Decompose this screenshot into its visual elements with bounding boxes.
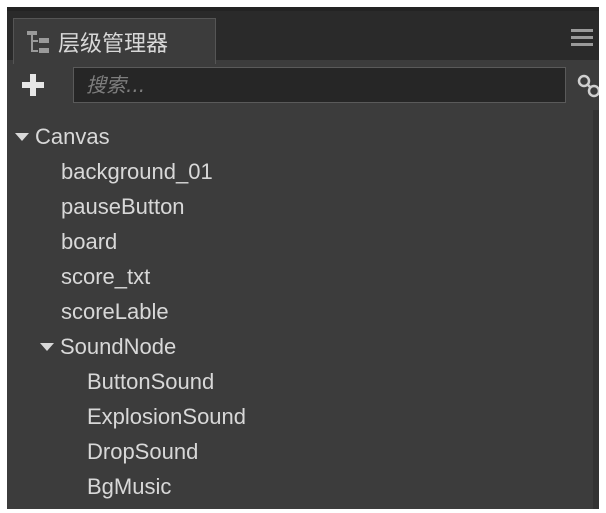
tree-node-soundnode[interactable]: SoundNode [40,330,176,364]
tree-node-label: scoreLable [61,299,169,324]
tree-node-dropsound[interactable]: DropSound [87,435,198,469]
toolbar [7,60,599,110]
hierarchy-icon [27,30,49,53]
tree-node-label: ExplosionSound [87,404,247,429]
tree-node-label: pauseButton [61,194,185,219]
tree-node-label: ButtonSound [87,369,215,394]
tree-node-label: board [61,229,118,254]
tree-node-score-txt[interactable]: score_txt [61,260,150,294]
panel-tabbar: 层级管理器 [7,7,599,64]
tab-hierarchy[interactable]: 层级管理器 [13,18,216,64]
expand-arrow-icon[interactable] [40,343,54,351]
hierarchy-panel: 层级管理器 Canvas background_01 pauseButton b… [7,7,599,509]
tree-node-label: BgMusic [87,474,172,499]
menu-icon[interactable] [571,29,593,47]
tree-node-buttonsound[interactable]: ButtonSound [87,365,214,399]
tree-node-label: DropSound [87,439,199,464]
expand-arrow-icon[interactable] [15,133,29,141]
tree-node-explosionsound[interactable]: ExplosionSound [87,400,246,434]
add-node-button[interactable] [22,74,44,96]
tree-node-background-01[interactable]: background_01 [61,155,213,189]
tree-node-label: score_txt [61,264,151,289]
tree-node-bgmusic[interactable]: BgMusic [87,470,171,504]
panel-title: 层级管理器 [58,31,169,57]
link-icon[interactable] [577,74,599,98]
tree-node-scorelable[interactable]: scoreLable [61,295,169,329]
tree-node-label: SoundNode [60,334,177,359]
node-tree: Canvas background_01 pauseButton board s… [7,110,593,509]
tree-node-pausebutton[interactable]: pauseButton [61,190,185,224]
tree-node-canvas[interactable]: Canvas [15,120,110,154]
tree-node-label: Canvas [35,124,110,149]
search-input[interactable] [73,67,566,103]
tree-node-label: background_01 [61,159,213,184]
tree-node-board[interactable]: board [61,225,117,259]
scrollbar[interactable] [593,110,599,509]
